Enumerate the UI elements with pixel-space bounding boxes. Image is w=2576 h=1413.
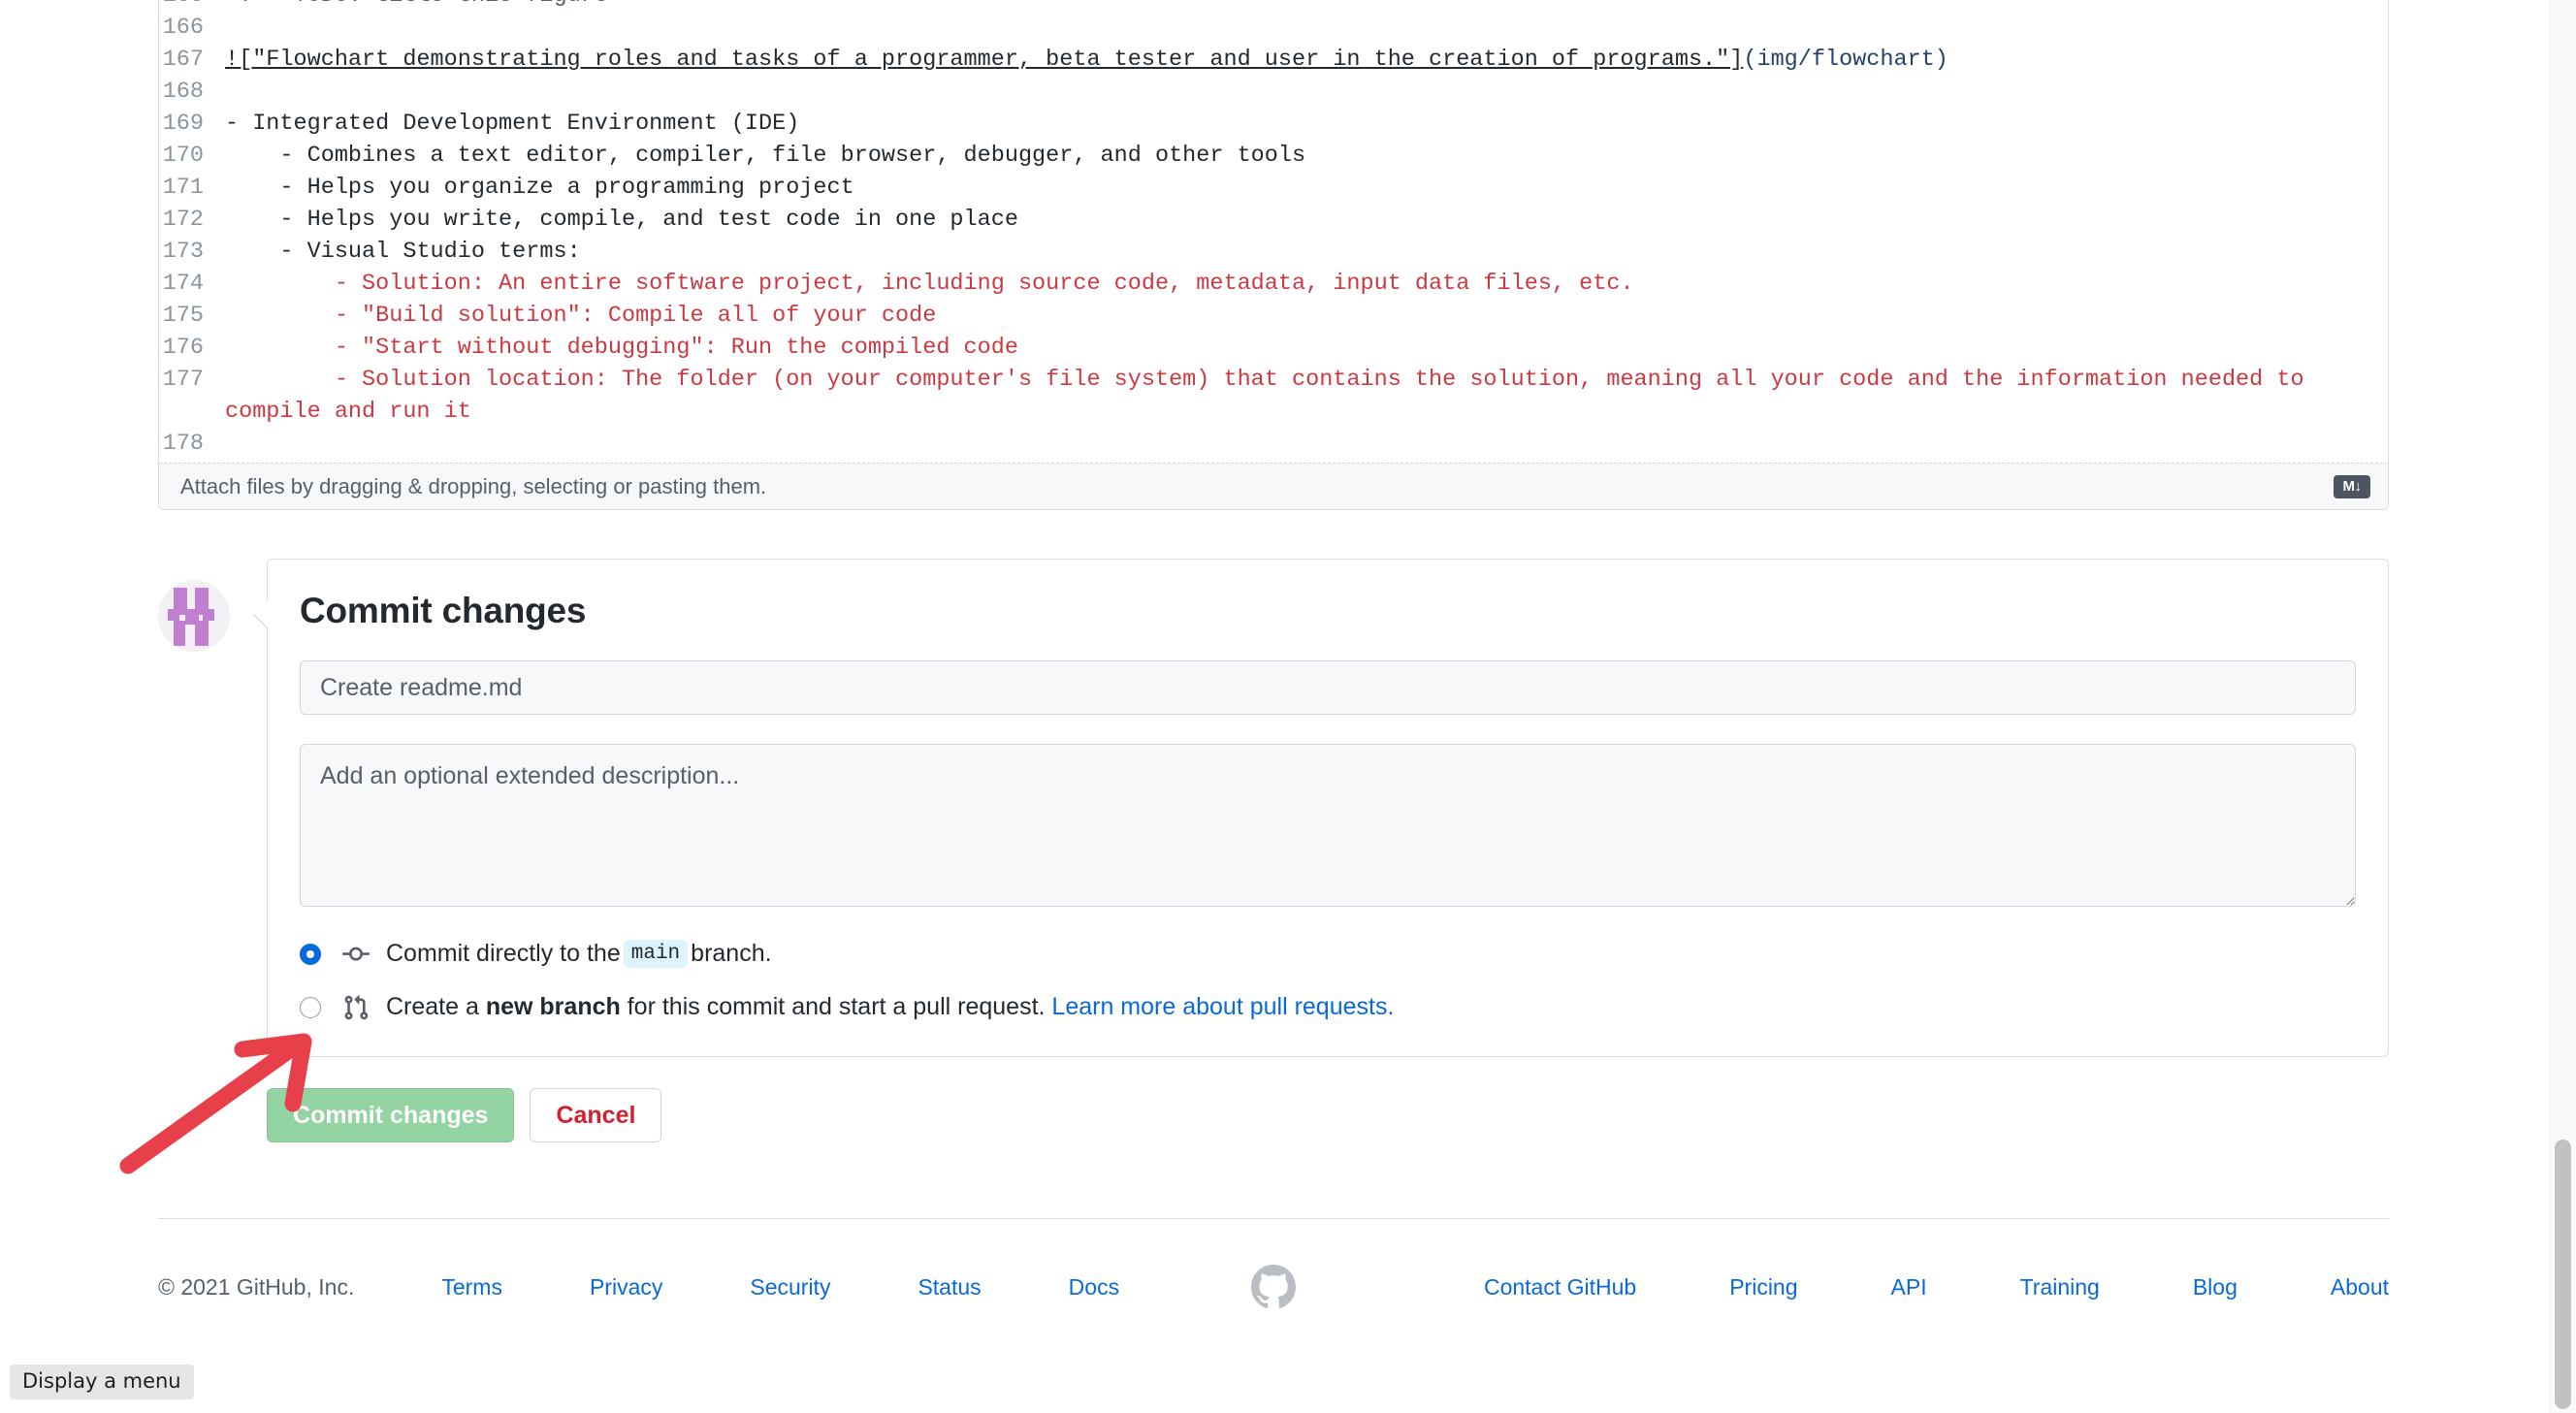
markdown-icon[interactable]: M↓ (2334, 475, 2370, 498)
code-line: 169- Integrated Development Environment … (159, 108, 2388, 140)
line-content: - Integrated Development Environment (ID… (225, 108, 819, 140)
code-line: 177 - Solution location: The folder (on … (159, 364, 2388, 428)
line-number: 172 (159, 204, 225, 236)
line-number: 178 (159, 428, 225, 460)
footer-link-privacy[interactable]: Privacy (590, 1274, 662, 1301)
code-line: 174 - Solution: An entire software proje… (159, 268, 2388, 300)
footer-link-blog[interactable]: Blog (2193, 1274, 2238, 1301)
option-create-branch-bold: new branch (486, 993, 621, 1021)
page-scrollbar-thumb[interactable] (2555, 1140, 2571, 1409)
option-create-branch-prefix: Create a (386, 993, 479, 1021)
option-create-branch-suffix: for this commit and start a pull request… (628, 993, 1046, 1021)
footer-link-security[interactable]: Security (750, 1274, 830, 1301)
radio-create-branch[interactable] (300, 997, 321, 1018)
line-content: - Helps you write, compile, and test cod… (225, 204, 1038, 236)
code-line: 172 - Helps you write, compile, and test… (159, 204, 2388, 236)
branch-name-chip: main (624, 940, 688, 968)
markdown-image-path: (img/flowchart) (1743, 47, 1948, 73)
code-editor-area[interactable]: 165<!-- TODO: title this figure -->16616… (159, 0, 2388, 463)
code-line: 178 (159, 428, 2388, 460)
git-commit-icon (342, 941, 371, 968)
git-pull-request-icon (342, 994, 371, 1021)
line-content: - Solution: An entire software project, … (225, 268, 1654, 300)
line-number: 171 (159, 172, 225, 204)
markdown-image-alt-text: !["Flowchart demonstrating roles and tas… (225, 47, 1743, 73)
commit-description-textarea[interactable] (300, 744, 2356, 907)
line-number: 169 (159, 108, 225, 140)
line-content: - Visual Studio terms: (225, 236, 600, 268)
line-number: 168 (159, 76, 225, 108)
footer-link-training[interactable]: Training (2020, 1274, 2100, 1301)
footer-link-api[interactable]: API (1891, 1274, 1927, 1301)
code-line: 166 (159, 12, 2388, 44)
commit-panel-title: Commit changes (300, 591, 2356, 631)
line-content: - Combines a text editor, compiler, file… (225, 140, 1325, 172)
file-editor: 165<!-- TODO: title this figure -->16616… (158, 0, 2389, 510)
option-commit-directly[interactable]: Commit directly to the main branch. (300, 940, 2356, 968)
code-line: 175 - "Build solution": Compile all of y… (159, 300, 2388, 332)
content-column: 165<!-- TODO: title this figure -->16616… (158, 0, 2389, 1309)
line-content: - "Build solution": Compile all of your … (225, 300, 955, 332)
page-footer: © 2021 GitHub, Inc. Terms Privacy Securi… (158, 1219, 2389, 1309)
commit-actions: Commit changes Cancel (267, 1088, 2389, 1142)
cancel-button[interactable]: Cancel (530, 1088, 661, 1142)
footer-right-links: Contact GitHub Pricing API Training Blog… (1319, 1274, 2389, 1301)
code-line: 171 - Helps you organize a programming p… (159, 172, 2388, 204)
line-number: 173 (159, 236, 225, 268)
radio-commit-directly[interactable] (300, 944, 321, 965)
option-commit-directly-prefix: Commit directly to the (386, 940, 621, 968)
commit-section: Commit changes Commit directly to the ma… (158, 559, 2389, 1057)
code-line: 168 (159, 76, 2388, 108)
attach-files-hint: Attach files by dragging & dropping, sel… (180, 474, 766, 499)
line-content: <!-- TODO: title this figure --> (225, 0, 682, 12)
footer-link-docs[interactable]: Docs (1069, 1274, 1119, 1301)
footer-link-contact-github[interactable]: Contact GitHub (1484, 1274, 1636, 1301)
commit-target-options: Commit directly to the main branch. Crea… (300, 940, 2356, 1021)
option-commit-directly-suffix: branch. (691, 940, 771, 968)
page-scrollbar-track[interactable] (2550, 0, 2576, 1413)
line-number: 166 (159, 12, 225, 44)
code-line: 173 - Visual Studio terms: (159, 236, 2388, 268)
commit-changes-button[interactable]: Commit changes (267, 1088, 514, 1142)
line-number: 176 (159, 332, 225, 364)
line-number: 177 (159, 364, 225, 396)
code-line: 176 - "Start without debugging": Run the… (159, 332, 2388, 364)
pull-request-learn-more-link[interactable]: Learn more about pull requests. (1051, 993, 1394, 1021)
line-number: 174 (159, 268, 225, 300)
attach-files-bar[interactable]: Attach files by dragging & dropping, sel… (159, 463, 2388, 509)
code-line: 165<!-- TODO: title this figure --> (159, 0, 2388, 12)
line-number: 170 (159, 140, 225, 172)
commit-changes-panel: Commit changes Commit directly to the ma… (267, 559, 2389, 1057)
footer-copyright: © 2021 GitHub, Inc. (158, 1274, 354, 1301)
option-create-branch[interactable]: Create a new branch for this commit and … (300, 993, 2356, 1021)
line-number: 175 (159, 300, 225, 332)
line-content: !["Flowchart demonstrating roles and tas… (225, 44, 1968, 76)
page-root: 165<!-- TODO: title this figure -->16616… (0, 0, 2576, 1413)
footer-left-links: © 2021 GitHub, Inc. Terms Privacy Securi… (158, 1274, 1228, 1301)
status-tooltip: Display a menu (10, 1365, 194, 1399)
footer-link-about[interactable]: About (2331, 1274, 2389, 1301)
line-content: - Solution location: The folder (on your… (225, 364, 2388, 428)
github-mark-icon (1251, 1265, 1296, 1309)
code-line: 170 - Combines a text editor, compiler, … (159, 140, 2388, 172)
line-content: - Helps you organize a programming proje… (225, 172, 874, 204)
line-number: 167 (159, 44, 225, 76)
code-line: 167!["Flowchart demonstrating roles and … (159, 44, 2388, 76)
footer-link-status[interactable]: Status (918, 1274, 981, 1301)
footer-link-terms[interactable]: Terms (441, 1274, 502, 1301)
line-content: - "Start without debugging": Run the com… (225, 332, 1038, 364)
line-number: 165 (159, 0, 225, 12)
footer-link-pricing[interactable]: Pricing (1729, 1274, 1797, 1301)
avatar (158, 580, 230, 652)
commit-message-input[interactable] (300, 660, 2356, 715)
